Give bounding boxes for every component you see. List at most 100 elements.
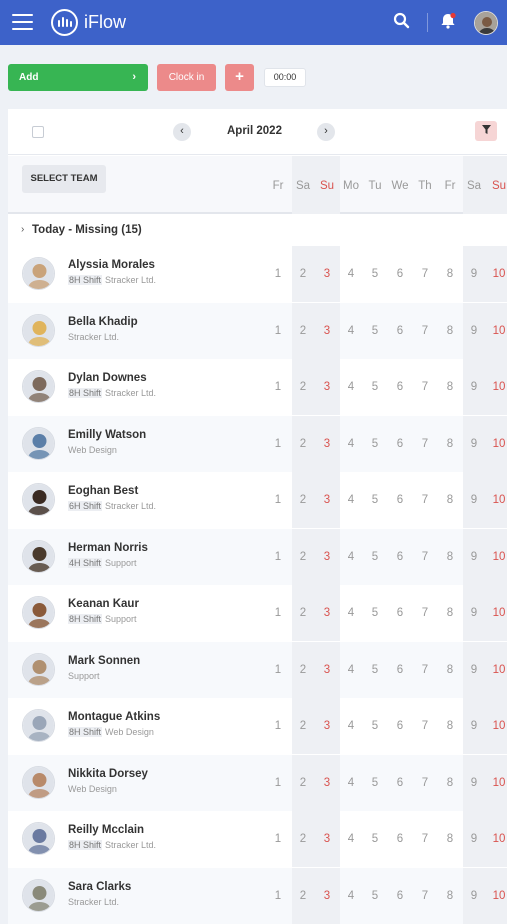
day-cell[interactable]: 2 (291, 664, 315, 676)
day-cell[interactable]: 4 (339, 494, 363, 506)
day-cell[interactable]: 2 (291, 325, 315, 337)
group-header[interactable]: › Today - Missing (15) (8, 216, 507, 246)
day-cell[interactable]: 8 (438, 664, 462, 676)
day-cell[interactable]: 3 (315, 381, 339, 393)
day-cell[interactable]: 3 (315, 325, 339, 337)
employee-row[interactable]: Herman Norris 4H Shift Support 1 2 3 4 5 6 7 8 9 10 (8, 528, 507, 585)
day-cell[interactable]: 10 (487, 381, 507, 393)
employee-row[interactable]: Nikkita Dorsey Web Design 1 2 3 4 5 6 7 8 9 10 (8, 754, 507, 811)
day-cell[interactable]: 6 (388, 720, 412, 732)
day-cell[interactable]: 3 (315, 833, 339, 845)
day-cell[interactable]: 1 (266, 833, 290, 845)
day-cell[interactable]: 3 (315, 777, 339, 789)
day-cell[interactable]: 6 (388, 607, 412, 619)
day-cell[interactable]: 8 (438, 325, 462, 337)
employee-row[interactable]: Alyssia Morales 8H Shift Stracker Ltd. 1 2 3 4… (8, 246, 507, 302)
day-cell[interactable]: 8 (438, 438, 462, 450)
day-cell[interactable]: 2 (291, 381, 315, 393)
day-cell[interactable]: 5 (363, 720, 387, 732)
day-cell[interactable]: 3 (315, 438, 339, 450)
day-cell[interactable]: 4 (339, 325, 363, 337)
day-cell[interactable]: 4 (339, 381, 363, 393)
day-cell[interactable]: 10 (487, 494, 507, 506)
select-team-button[interactable]: SELECT TEAM (22, 165, 106, 193)
day-cell[interactable]: 6 (388, 833, 412, 845)
day-cell[interactable]: 10 (487, 268, 507, 280)
day-cell[interactable]: 1 (266, 381, 290, 393)
day-cell[interactable]: 4 (339, 607, 363, 619)
day-cell[interactable]: 7 (413, 551, 437, 563)
day-cell[interactable]: 7 (413, 325, 437, 337)
day-cell[interactable]: 2 (291, 494, 315, 506)
day-cell[interactable]: 2 (291, 268, 315, 280)
day-cell[interactable]: 9 (462, 551, 486, 563)
select-all-checkbox[interactable] (32, 126, 44, 138)
day-cell[interactable]: 7 (413, 381, 437, 393)
day-cell[interactable]: 5 (363, 664, 387, 676)
employee-row[interactable]: Reilly Mcclain 8H Shift Stracker Ltd. 1 2 3 4 5… (8, 811, 507, 867)
day-cell[interactable]: 8 (438, 607, 462, 619)
day-cell[interactable]: 8 (438, 833, 462, 845)
day-cell[interactable]: 3 (315, 664, 339, 676)
day-cell[interactable]: 1 (266, 664, 290, 676)
day-cell[interactable]: 1 (266, 438, 290, 450)
day-cell[interactable]: 6 (388, 551, 412, 563)
day-cell[interactable]: 4 (339, 551, 363, 563)
day-cell[interactable]: 2 (291, 438, 315, 450)
day-cell[interactable]: 8 (438, 720, 462, 732)
day-cell[interactable]: 9 (462, 438, 486, 450)
day-cell[interactable]: 7 (413, 720, 437, 732)
day-cell[interactable]: 1 (266, 720, 290, 732)
day-cell[interactable]: 3 (315, 607, 339, 619)
day-cell[interactable]: 9 (462, 664, 486, 676)
day-cell[interactable]: 5 (363, 268, 387, 280)
day-cell[interactable]: 9 (462, 720, 486, 732)
day-cell[interactable]: 6 (388, 777, 412, 789)
day-cell[interactable]: 9 (462, 777, 486, 789)
day-cell[interactable]: 5 (363, 607, 387, 619)
day-cell[interactable]: 5 (363, 551, 387, 563)
day-cell[interactable]: 10 (487, 325, 507, 337)
add-button[interactable]: Add › (8, 64, 148, 91)
day-cell[interactable]: 10 (487, 720, 507, 732)
plus-button[interactable]: + (225, 64, 254, 91)
day-cell[interactable]: 3 (315, 494, 339, 506)
day-cell[interactable]: 1 (266, 325, 290, 337)
employee-row[interactable]: Emilly Watson Web Design 1 2 3 4 5 6 7 8 9 10 (8, 415, 507, 472)
day-cell[interactable]: 9 (462, 607, 486, 619)
employee-row[interactable]: Dylan Downes 8H Shift Stracker Ltd. 1 2 3 4 5 6 7… (8, 359, 507, 415)
day-cell[interactable]: 6 (388, 381, 412, 393)
employee-row[interactable]: Keanan Kaur 8H Shift Support 1 2 3 4 5 6 7 8 9 10 (8, 585, 507, 641)
day-cell[interactable]: 7 (413, 268, 437, 280)
employee-row[interactable]: Sara Clarks Stracker Ltd. 1 2 3 4 5 6 7 8 9 10 (8, 867, 507, 924)
filter-button[interactable] (475, 121, 497, 141)
employee-row[interactable]: Bella Khadip Stracker Ltd. 1 2 3 4 5 6 7 8 9 10 (8, 302, 507, 359)
day-cell[interactable]: 6 (388, 494, 412, 506)
day-cell[interactable]: 10 (487, 777, 507, 789)
day-cell[interactable]: 4 (339, 268, 363, 280)
day-cell[interactable]: 7 (413, 777, 437, 789)
notification-bell-icon[interactable] (439, 12, 457, 35)
day-cell[interactable]: 4 (339, 833, 363, 845)
day-cell[interactable]: 1 (266, 551, 290, 563)
day-cell[interactable]: 2 (291, 777, 315, 789)
day-cell[interactable]: 4 (339, 777, 363, 789)
day-cell[interactable]: 5 (363, 325, 387, 337)
day-cell[interactable]: 8 (438, 551, 462, 563)
day-cell[interactable]: 5 (363, 777, 387, 789)
day-cell[interactable]: 10 (487, 551, 507, 563)
employee-row[interactable]: Eoghan Best 6H Shift Stracker Ltd. 1 2 3 4 5 6 7 8… (8, 472, 507, 528)
day-cell[interactable]: 2 (291, 607, 315, 619)
day-cell[interactable]: 4 (339, 438, 363, 450)
day-cell[interactable]: 6 (388, 438, 412, 450)
day-cell[interactable]: 6 (388, 664, 412, 676)
day-cell[interactable]: 5 (363, 833, 387, 845)
day-cell[interactable]: 9 (462, 494, 486, 506)
search-icon[interactable] (393, 12, 410, 34)
day-cell[interactable]: 1 (266, 777, 290, 789)
day-cell[interactable]: 10 (487, 438, 507, 450)
employee-row[interactable]: Mark Sonnen Support 1 2 3 4 5 6 7 8 9 10 (8, 641, 507, 698)
day-cell[interactable]: 8 (438, 494, 462, 506)
day-cell[interactable]: 6 (388, 325, 412, 337)
day-cell[interactable]: 8 (438, 268, 462, 280)
